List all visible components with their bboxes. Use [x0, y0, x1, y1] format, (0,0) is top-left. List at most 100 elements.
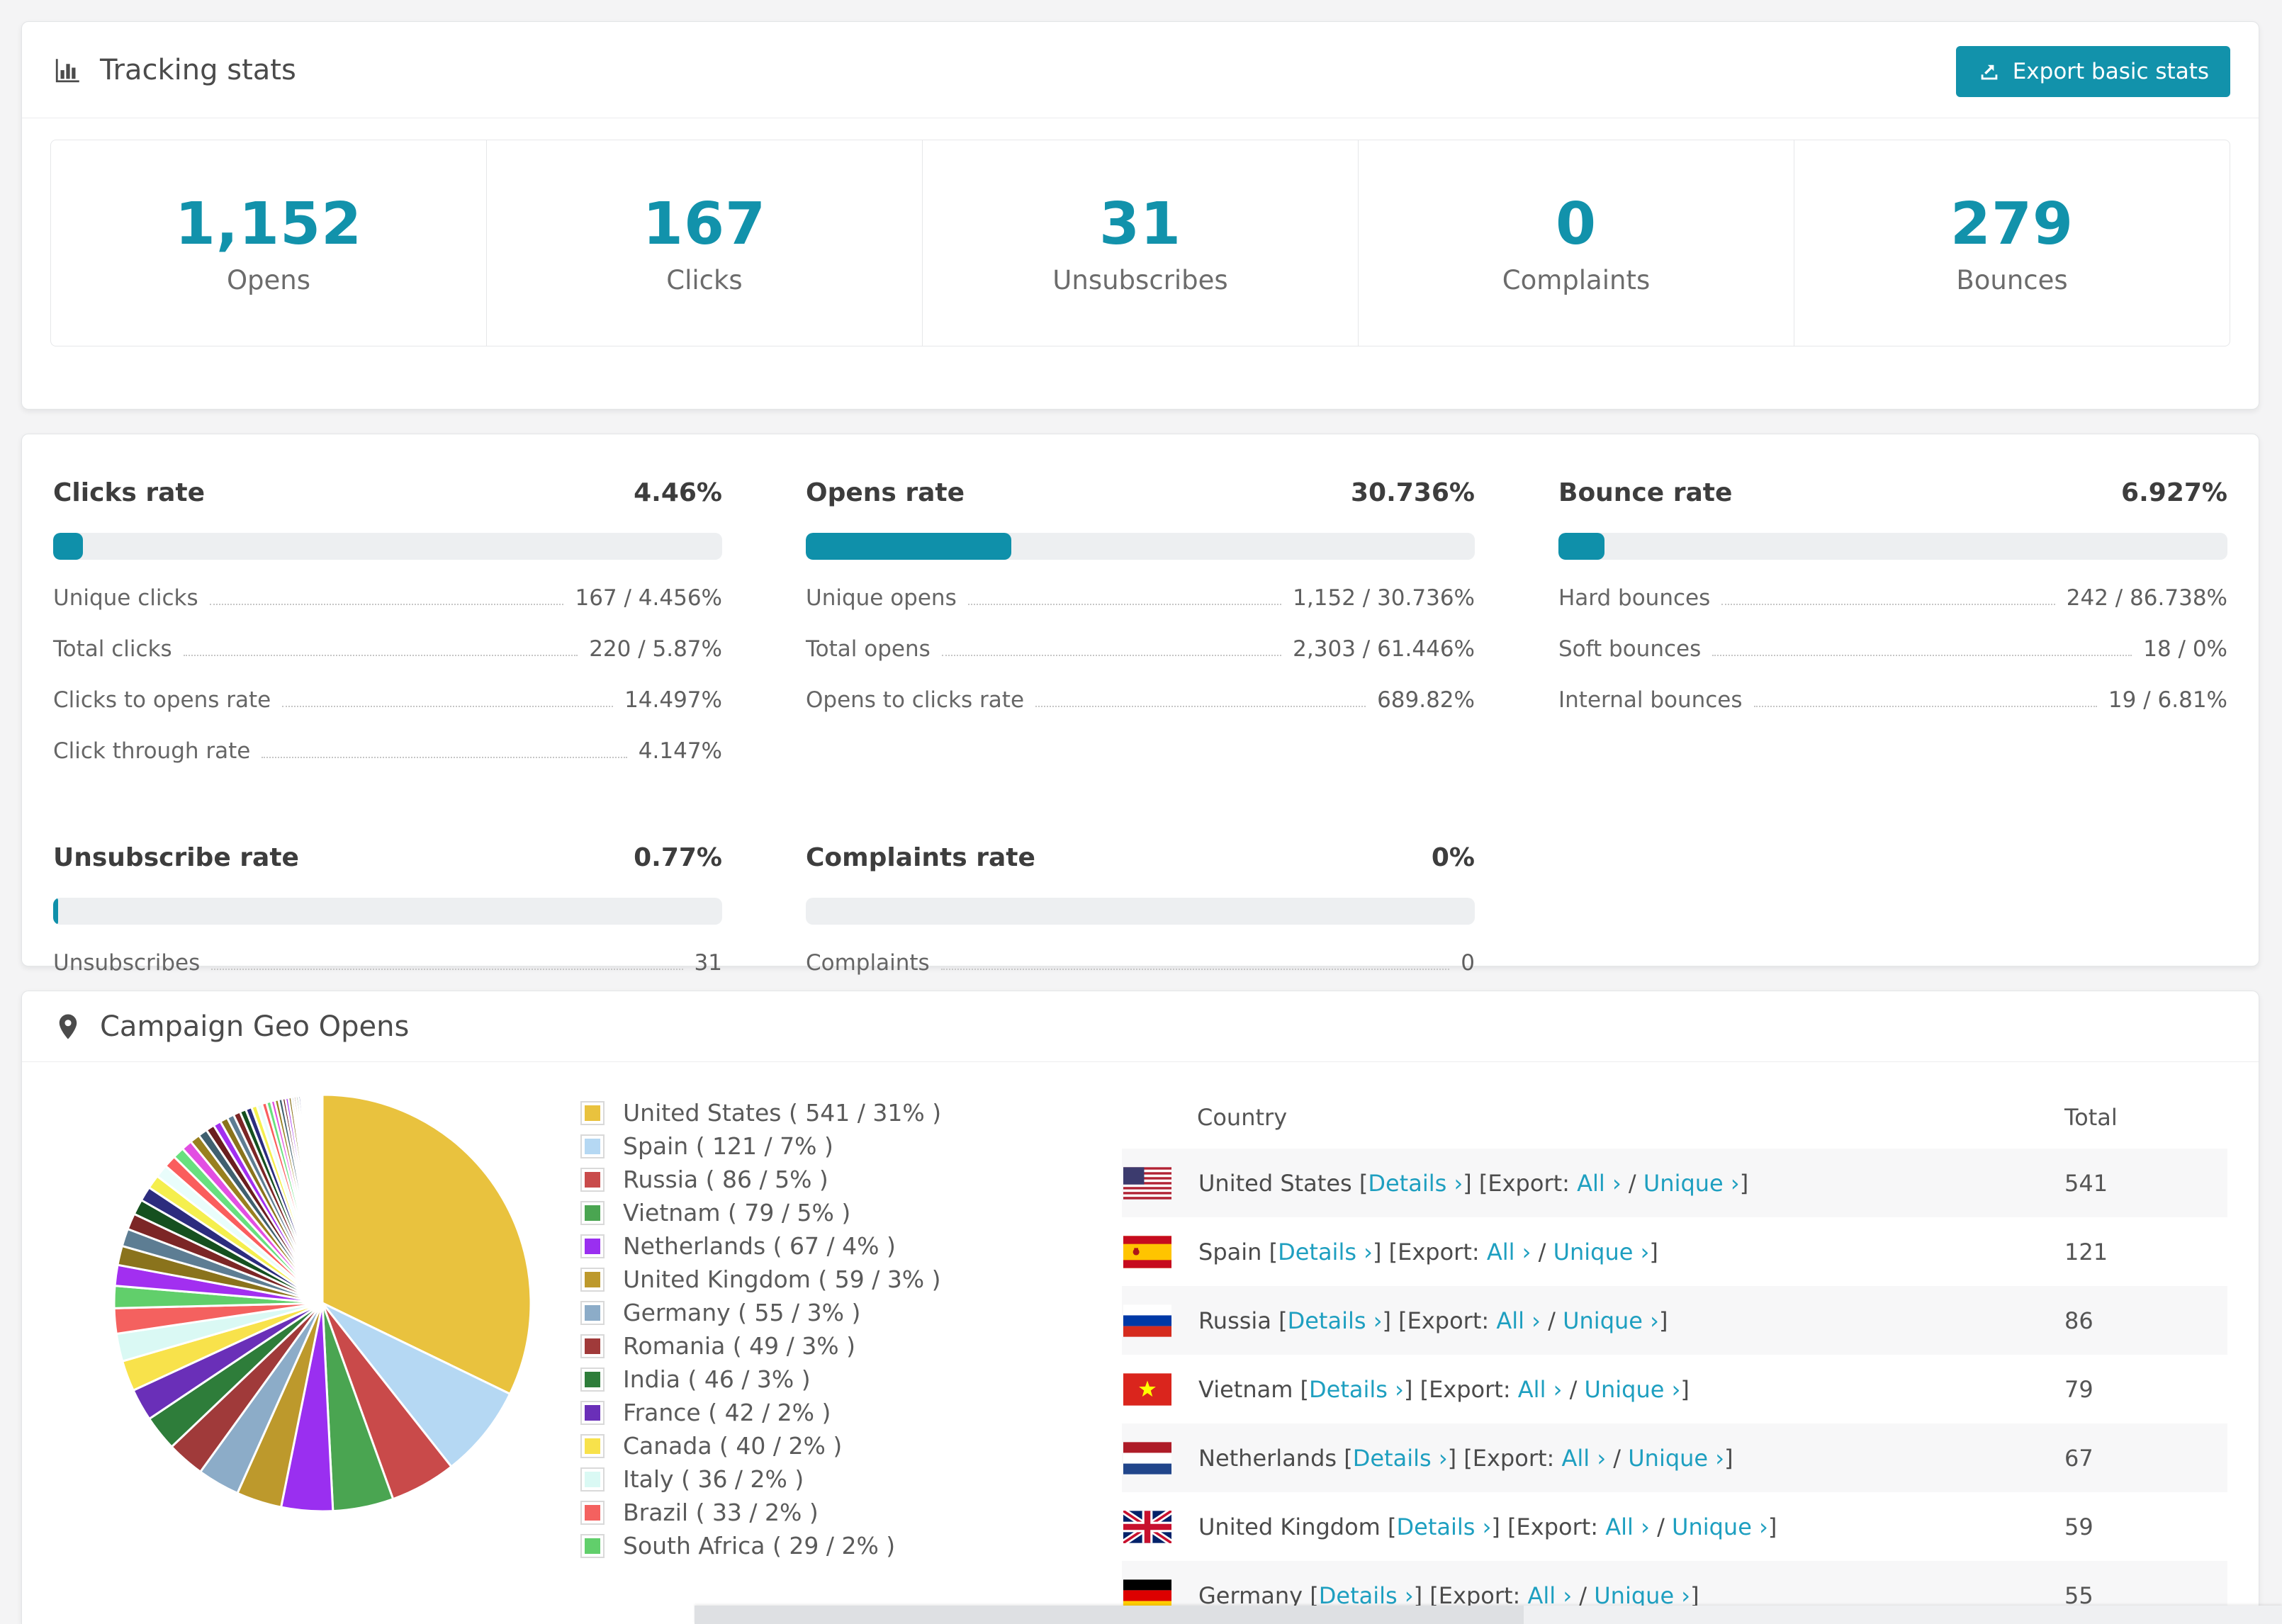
table-row: Russia [Details ›] [Export: All › / Uniq…: [1122, 1286, 2227, 1355]
table-cell-total: 55: [2064, 1581, 2093, 1609]
table-cell-total: 67: [2064, 1444, 2093, 1472]
table-cell-country: Netherlands [Details ›] [Export: All › /…: [1122, 1441, 2064, 1474]
country-cell-text: Germany [Details ›] [Export: All › / Uni…: [1198, 1582, 1699, 1609]
bracket-text: ] [: [1413, 1581, 1439, 1609]
country-cell-text: Spain [Details ›] [Export: All › / Uniqu…: [1198, 1239, 1658, 1265]
export-all-link[interactable]: All ›: [1527, 1582, 1572, 1609]
rate-rows: Unsubscribes 31: [53, 950, 722, 976]
legend-swatch: [580, 1167, 605, 1192]
export-unique-link[interactable]: Unique ›: [1643, 1170, 1740, 1197]
dotted-leader: [967, 604, 1282, 605]
table-row: United Kingdom [Details ›] [Export: All …: [1122, 1492, 2227, 1561]
rate-row: Complaints 0: [806, 950, 1475, 976]
slash-text: /: [1531, 1238, 1553, 1265]
legend-item: Romania ( 49 / 3% ): [580, 1332, 1077, 1360]
table-cell-total: 59: [2064, 1513, 2093, 1540]
summary-stat-label: Clicks: [666, 265, 743, 295]
legend-swatch: [580, 1467, 605, 1492]
legend-swatch: [580, 1267, 605, 1292]
rate-progress-track: [53, 898, 722, 925]
geo-legend: United States ( 541 / 31% ) Spain ( 121 /…: [580, 1081, 1077, 1624]
export-unique-link[interactable]: Unique ›: [1563, 1307, 1659, 1334]
rate-progress-fill: [1558, 533, 1605, 560]
legend-item: India ( 46 / 3% ): [580, 1365, 1077, 1393]
summary-stat-value: 31: [1098, 191, 1182, 258]
rate-row: Unique clicks 167 / 4.456%: [53, 585, 722, 611]
rate-row: Opens to clicks rate 689.82%: [806, 687, 1475, 713]
bottom-scrollbar-thumb[interactable]: [695, 1606, 1524, 1624]
rate-row-value: 167 / 4.456%: [575, 585, 722, 611]
rate-block-header: Opens rate 30.736%: [806, 478, 1475, 507]
legend-swatch: [580, 1333, 605, 1358]
table-cell-country: Russia [Details ›] [Export: All › / Uniq…: [1122, 1304, 2064, 1337]
vn-flag-icon: [1123, 1372, 1171, 1406]
summary-stat-cell: 31 Unsubscribes: [923, 140, 1359, 346]
legend-label: Brazil ( 33 / 2% ): [623, 1499, 819, 1526]
export-all-link[interactable]: All ›: [1496, 1307, 1541, 1334]
bracket-text: ] [: [1372, 1238, 1398, 1265]
legend-swatch: [580, 1433, 605, 1458]
export-all-link[interactable]: All ›: [1561, 1445, 1606, 1472]
details-link[interactable]: Details ›: [1397, 1513, 1492, 1540]
dotted-leader: [1035, 706, 1366, 707]
export-all-link[interactable]: All ›: [1487, 1239, 1531, 1265]
bracket-text: ] [: [1491, 1513, 1517, 1540]
legend-label: Russia ( 86 / 5% ): [623, 1166, 828, 1193]
details-link[interactable]: Details ›: [1309, 1376, 1404, 1403]
nl-flag-icon: [1123, 1441, 1171, 1474]
country-cell-text: Netherlands [Details ›] [Export: All › /…: [1198, 1445, 1733, 1472]
country-cell-text: Vietnam [Details ›] [Export: All › / Uni…: [1198, 1376, 1690, 1403]
table-cell-country: United Kingdom [Details ›] [Export: All …: [1122, 1510, 2064, 1543]
legend-item: France ( 42 / 2% ): [580, 1399, 1077, 1426]
bottom-scrollbar-track[interactable]: [695, 1606, 2282, 1624]
summary-stat-label: Unsubscribes: [1052, 265, 1228, 295]
export-basic-stats-button[interactable]: Export basic stats: [1955, 46, 2230, 97]
rate-rows: Unique opens 1,152 / 30.736% Total opens 2,…: [806, 585, 1475, 713]
rate-rows: Unique clicks 167 / 4.456% Total clicks 220…: [53, 585, 722, 764]
bracket-text: ]: [1724, 1444, 1733, 1472]
country-name: Spain: [1198, 1238, 1262, 1265]
rate-row-value: 1,152 / 30.736%: [1293, 585, 1475, 611]
details-link[interactable]: Details ›: [1278, 1239, 1373, 1265]
legend-item: United Kingdom ( 59 / 3% ): [580, 1265, 1077, 1293]
rate-title: Clicks rate: [53, 478, 206, 507]
column-total: Total: [2064, 1104, 2118, 1131]
legend-label: United Kingdom ( 59 / 3% ): [623, 1265, 941, 1293]
table-cell-country: Vietnam [Details ›] [Export: All › / Uni…: [1122, 1372, 2064, 1406]
export-unique-link[interactable]: Unique ›: [1553, 1239, 1650, 1265]
rate-block-header: Unsubscribe rate 0.77%: [53, 843, 722, 872]
legend-item: Italy ( 36 / 2% ): [580, 1465, 1077, 1493]
rate-row-value: 31: [694, 950, 722, 976]
details-link[interactable]: Details ›: [1288, 1307, 1383, 1334]
rate-row: Clicks to opens rate 14.497%: [53, 687, 722, 713]
details-link[interactable]: Details ›: [1319, 1582, 1414, 1609]
export-icon: [1981, 64, 1998, 80]
rate-value: 0.77%: [634, 843, 722, 872]
export-all-link[interactable]: All ›: [1577, 1170, 1621, 1197]
legend-item: Russia ( 86 / 5% ): [580, 1166, 1077, 1193]
rate-block: Clicks rate 4.46% Unique clicks 167 / 4.456…: [53, 478, 722, 764]
rate-row-label: Unique opens: [806, 585, 957, 611]
export-all-link[interactable]: All ›: [1605, 1513, 1650, 1540]
export-all-link[interactable]: All ›: [1518, 1376, 1563, 1403]
rate-title: Complaints rate: [806, 843, 1035, 872]
slash-text: /: [1649, 1513, 1673, 1540]
bracket-text: ]: [1739, 1169, 1749, 1197]
legend-item: Brazil ( 33 / 2% ): [580, 1499, 1077, 1526]
details-link[interactable]: Details ›: [1353, 1445, 1448, 1472]
rate-progress-track: [806, 898, 1475, 925]
legend-swatch: [580, 1200, 605, 1225]
export-unique-link[interactable]: Unique ›: [1628, 1445, 1724, 1472]
legend-label: South Africa ( 29 / 2% ): [623, 1532, 896, 1560]
bracket-text: ] [: [1447, 1444, 1473, 1472]
rate-row-label: Total opens: [806, 636, 931, 662]
export-unique-link[interactable]: Unique ›: [1672, 1513, 1768, 1540]
legend-item: Germany ( 55 / 3% ): [580, 1299, 1077, 1326]
export-unique-link[interactable]: Unique ›: [1594, 1582, 1690, 1609]
legend-swatch: [580, 1367, 605, 1392]
export-button-label: Export basic stats: [2012, 59, 2209, 84]
details-link[interactable]: Details ›: [1368, 1170, 1463, 1197]
rate-row-value: 220 / 5.87%: [589, 636, 722, 662]
export-unique-link[interactable]: Unique ›: [1585, 1376, 1681, 1403]
bracket-text: [: [1337, 1444, 1353, 1472]
